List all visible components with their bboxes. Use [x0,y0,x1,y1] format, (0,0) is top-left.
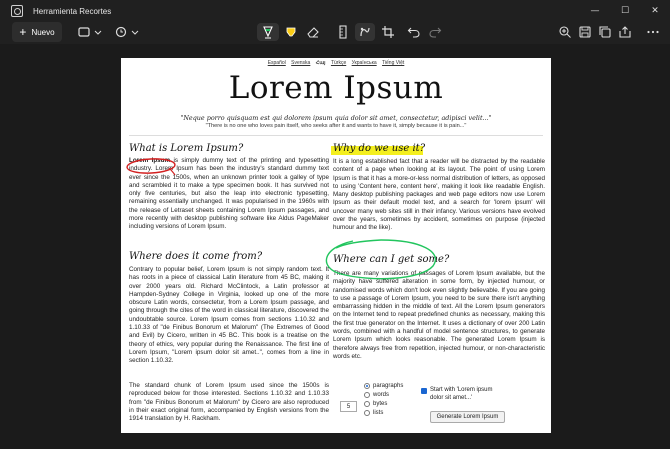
divider [129,135,543,136]
snipping-tool-app-icon [11,5,23,17]
minimize-button[interactable]: — [580,0,610,22]
language-link[interactable]: Español [268,60,286,66]
share-icon [619,26,631,38]
plus-icon: + [19,25,27,39]
copy-button[interactable] [596,23,614,41]
start-with-checkbox[interactable] [421,388,427,394]
zoom-in-icon [559,26,571,38]
eraser-tool[interactable] [303,23,323,41]
radio-label: bytes [373,401,388,407]
language-link[interactable]: Türkçe [331,60,346,66]
paragraph-where-from: Contrary to popular belief, Lorem Ipsum … [129,266,329,365]
paragraph-what: Lorem Ipsum is simply dummy text of the … [129,157,329,241]
language-link[interactable]: Українська [352,60,377,66]
lead-term: Lorem Ipsum [129,157,171,164]
toolbar: + Nuevo [0,22,670,44]
heading-where-from: Where does it come from? [129,251,263,262]
save-icon [579,26,591,38]
copy-icon [599,26,611,38]
maximize-button[interactable]: ☐ [610,0,640,22]
quote-latin: "Neque porro quisquam est qui dolorem ip… [180,114,492,122]
window-controls: — ☐ ✕ [580,0,670,22]
radio-bytes[interactable]: bytes [364,401,387,407]
radio-label: words [373,392,390,398]
undo-button[interactable] [405,23,423,41]
eraser-icon [307,27,319,38]
touch-writing-icon [360,27,370,37]
generate-button[interactable]: Generate Lorem Ipsum [430,411,505,423]
crop-tool[interactable] [378,23,398,41]
ruler-tool[interactable] [334,23,352,41]
snip-mode-dropdown[interactable] [76,23,104,41]
radio-selected-icon [364,383,370,389]
undo-icon [407,27,420,38]
ballpoint-pen-tool[interactable] [257,23,279,41]
more-icon [647,30,659,34]
new-snip-label: Nuevo [31,27,55,37]
crop-icon [382,26,394,38]
share-button[interactable] [616,23,634,41]
paragraph-where-get: There are many variations of passages of… [333,270,545,360]
page-title: Lorem Ipsum [228,70,444,106]
heading-what: What is Lorem Ipsum? [129,143,244,154]
touch-writing-tool[interactable] [355,23,375,41]
heading-why: Why do we use it? [333,143,426,154]
radio-label: lists [373,410,384,416]
save-button[interactable] [576,23,594,41]
paragraph-why: It is a long established fact that a rea… [333,158,545,232]
zoom-in-button[interactable] [556,23,574,41]
highlighter-tool[interactable] [281,23,301,41]
radio-icon [364,401,370,407]
capture-canvas[interactable]: Español Svenska Հայ Türkçe Українська Ti… [0,44,670,449]
radio-icon [364,392,370,398]
amount-input[interactable]: 5 [340,401,357,412]
clock-delay-icon [115,26,139,38]
paragraph-standard-chunk: The standard chunk of Lorem Ipsum used s… [129,382,329,423]
new-snip-button[interactable]: + Nuevo [12,22,62,42]
redo-button[interactable] [426,23,444,41]
window-title: Herramienta Recortes [33,6,112,16]
delay-dropdown[interactable] [113,23,141,41]
radio-words[interactable]: words [364,392,389,398]
ballpoint-pen-icon [263,26,273,39]
ruler-icon [339,25,347,39]
radio-paragraphs[interactable]: paragraphs [364,383,403,389]
radio-lists[interactable]: lists [364,410,383,416]
highlighter-icon [286,27,296,37]
language-link[interactable]: Tiếng Việt [382,60,404,66]
quote-english: "There is no one who loves pain itself, … [205,123,467,129]
close-button[interactable]: ✕ [640,0,670,22]
rectangle-mode-icon [78,27,102,37]
captured-screenshot[interactable]: Español Svenska Հայ Türkçe Українська Ti… [121,58,551,433]
language-link-current[interactable]: Հայ [316,60,326,66]
paragraph-what-text: is simply dummy text of the printing and… [129,157,330,231]
language-link[interactable]: Svenska [291,60,310,66]
radio-icon [364,410,370,416]
redo-icon [429,27,442,38]
language-links: Español Svenska Հայ Türkçe Українська Ti… [121,60,551,66]
radio-label: paragraphs [373,383,404,389]
start-with-label: Start with 'Lorem ipsum dolor sit amet..… [430,387,493,401]
title-bar: Herramienta Recortes — ☐ ✕ [0,0,670,22]
heading-where-get: Where can I get some? [333,254,450,265]
more-options-button[interactable] [644,23,662,41]
